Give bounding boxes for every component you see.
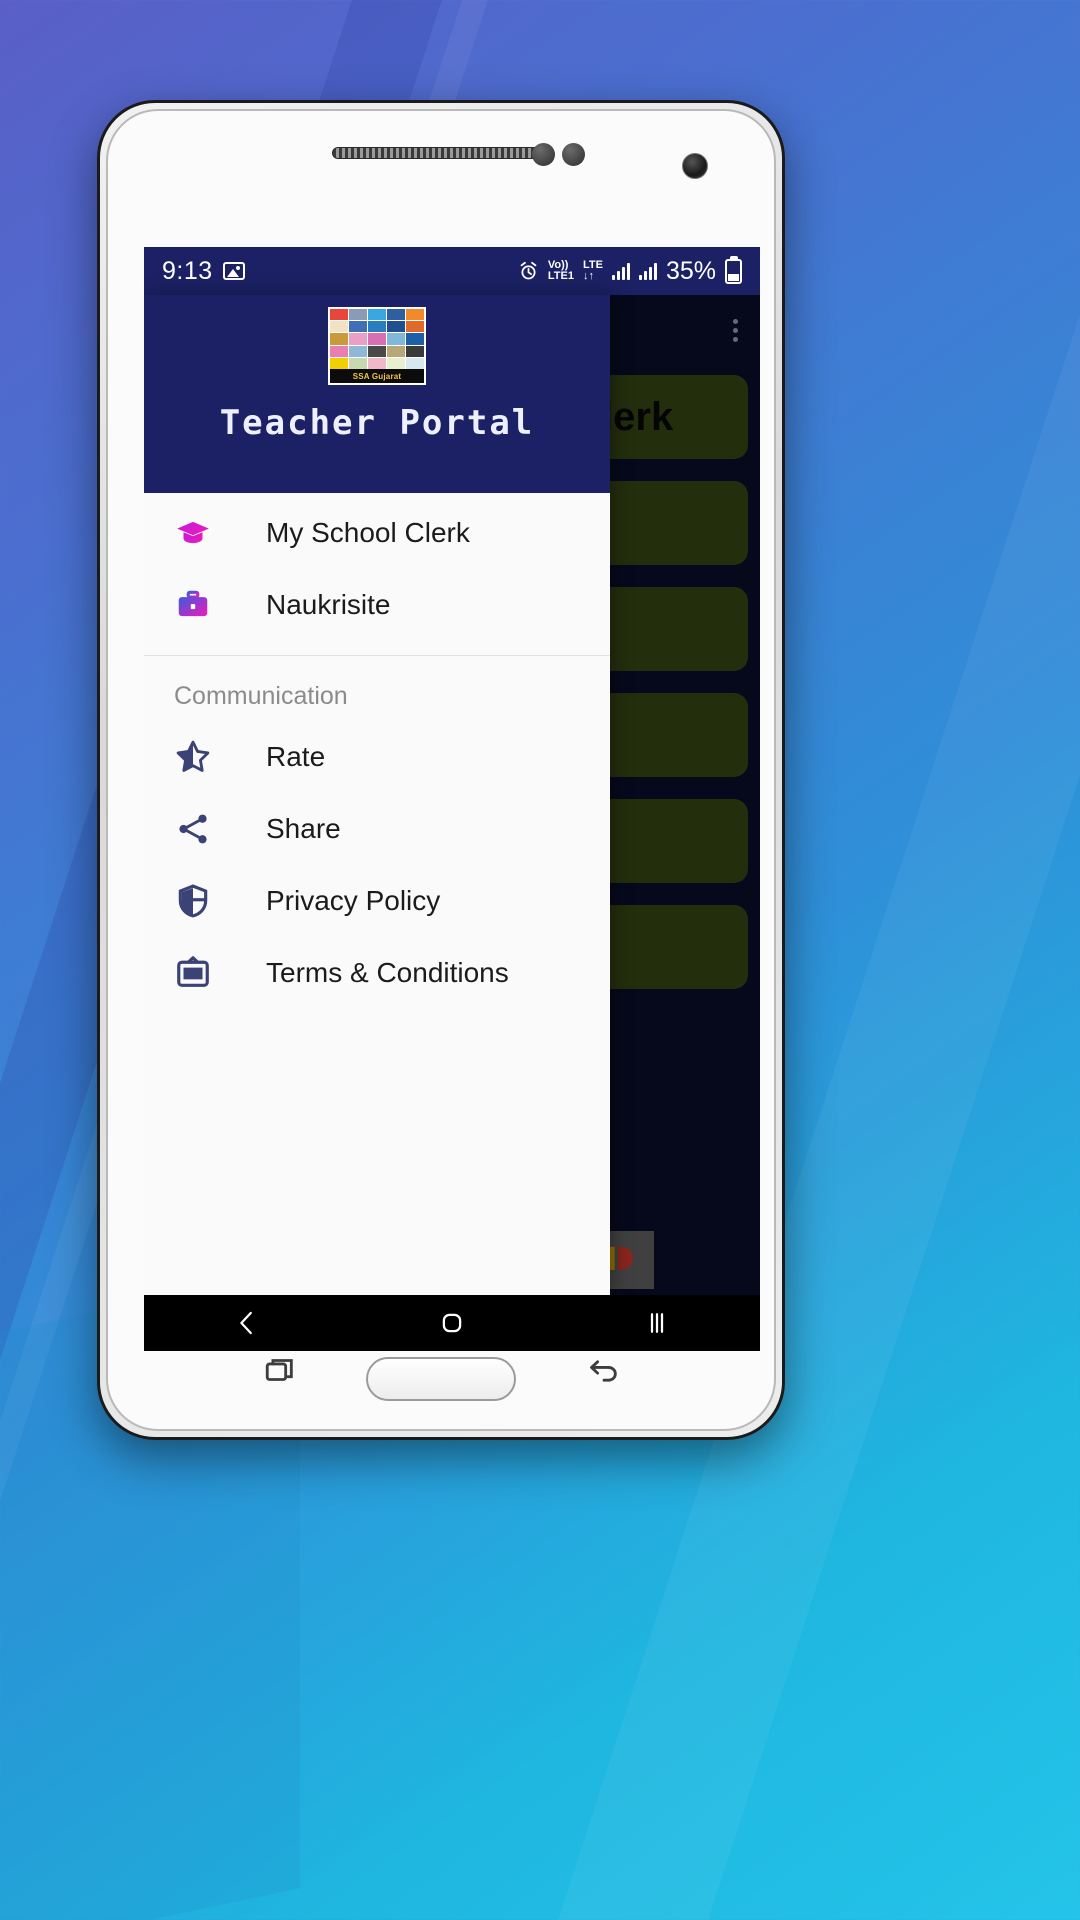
briefcase-icon: [174, 586, 230, 624]
drawer-item-privacy-policy[interactable]: Privacy Policy: [144, 865, 610, 937]
status-bar-left: 9:13: [162, 257, 245, 286]
drawer-item-label: Privacy Policy: [266, 885, 441, 916]
phone-device: 9:13 Vo)) LTE1 LTE ↓↑ 35% Clerk SSA Guja…: [97, 100, 785, 1440]
proximity-sensor-icon: [532, 143, 555, 166]
lte-data-icon: LTE ↓↑: [582, 259, 603, 282]
navigation-drawer: SSA Gujarat Teacher Portal My School Cle…: [144, 295, 610, 1295]
phone-body: 9:13 Vo)) LTE1 LTE ↓↑ 35% Clerk SSA Guja…: [106, 109, 776, 1431]
phone-screen: 9:13 Vo)) LTE1 LTE ↓↑ 35% Clerk SSA Guja…: [144, 247, 760, 1351]
drawer-item-label: Terms & Conditions: [266, 957, 509, 988]
recents-icon[interactable]: [642, 1308, 672, 1338]
graduation-cap-icon: [174, 514, 230, 552]
logo-tile-grid: [330, 309, 424, 369]
battery-icon: [725, 258, 742, 284]
hardware-back-key[interactable]: [584, 1354, 624, 1393]
drawer-item-label: Rate: [266, 741, 326, 772]
drawer-primary-list: My School Clerk Naukrisite Communication…: [144, 493, 610, 1009]
star-half-icon: [174, 738, 230, 776]
drawer-item-label: My School Clerk: [266, 517, 470, 548]
status-bar: 9:13 Vo)) LTE1 LTE ↓↑ 35%: [144, 247, 760, 295]
share-icon: [174, 810, 230, 848]
home-icon[interactable]: [437, 1308, 467, 1338]
drawer-item-my-school-clerk[interactable]: My School Clerk: [144, 497, 610, 569]
earpiece-speaker: [332, 147, 550, 159]
drawer-item-naukrisite[interactable]: Naukrisite: [144, 569, 610, 641]
front-camera-icon: [682, 153, 708, 179]
clock: 9:13: [162, 256, 213, 285]
drawer-item-rate[interactable]: Rate: [144, 721, 610, 793]
back-icon[interactable]: [232, 1308, 262, 1338]
alarm-icon: [518, 261, 539, 282]
drawer-item-label: Share: [266, 813, 341, 844]
picture-icon: [222, 262, 245, 280]
status-bar-right: Vo)) LTE1 LTE ↓↑ 35%: [518, 257, 742, 286]
light-sensor-icon: [562, 143, 585, 166]
app-logo: SSA Gujarat: [328, 307, 426, 385]
drawer-header: SSA Gujarat Teacher Portal: [144, 295, 610, 493]
shield-icon: [174, 882, 230, 920]
page-title: Teacher Portal: [219, 403, 535, 443]
logo-caption: SSA Gujarat: [330, 369, 424, 383]
drawer-group-title: Communication: [174, 682, 348, 710]
drawer-item-label: Naukrisite: [266, 589, 391, 620]
signal-strength-icon-1: [611, 262, 630, 280]
drawer-item-terms-conditions[interactable]: Terms & Conditions: [144, 937, 610, 1009]
signal-strength-icon-2: [638, 262, 657, 280]
hardware-home-button[interactable]: [366, 1357, 516, 1401]
volte-icon: Vo)) LTE1: [547, 259, 574, 282]
drawer-item-share[interactable]: Share: [144, 793, 610, 865]
battery-percent-label: 35%: [665, 256, 716, 285]
hardware-recents-key[interactable]: [260, 1354, 300, 1393]
clipboard-icon: [174, 954, 230, 992]
android-navigation-bar: [144, 1295, 760, 1351]
